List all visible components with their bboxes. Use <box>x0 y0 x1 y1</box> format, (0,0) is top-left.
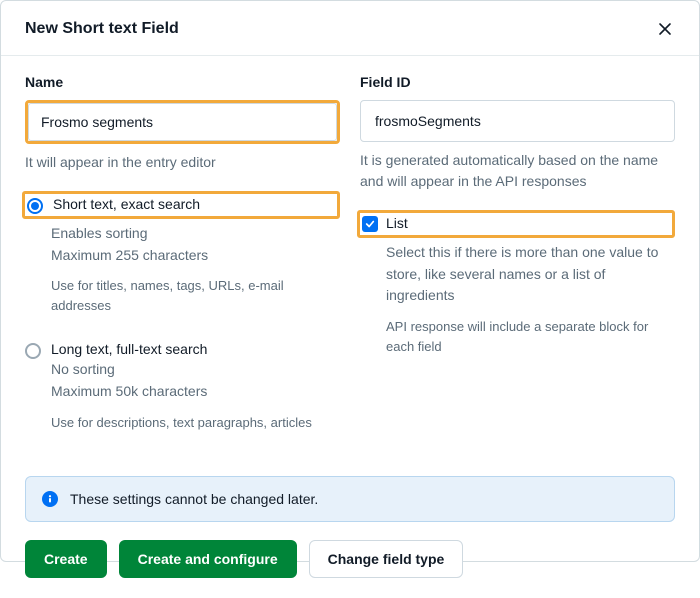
create-button[interactable]: Create <box>25 540 107 578</box>
short-text-sub1: Enables sorting <box>51 223 340 245</box>
long-text-option[interactable]: Long text, full-text search No sorting M… <box>25 341 340 432</box>
long-text-sub2: Maximum 50k characters <box>51 381 312 403</box>
short-text-option[interactable]: Short text, exact search Enables sorting… <box>25 191 340 315</box>
short-text-highlight: Short text, exact search <box>22 191 340 219</box>
radio-short-text[interactable] <box>27 198 43 214</box>
close-icon <box>657 21 673 37</box>
list-checkbox[interactable] <box>362 216 378 232</box>
name-input[interactable] <box>28 103 337 141</box>
new-field-modal: New Short text Field Name It will appear… <box>0 0 700 562</box>
field-id-label: Field ID <box>360 74 675 90</box>
modal-header: New Short text Field <box>1 1 699 56</box>
list-option[interactable]: List Select this if there is more than o… <box>360 210 675 356</box>
field-id-input[interactable] <box>363 103 672 139</box>
name-input-highlight <box>25 100 340 144</box>
list-title: List <box>386 215 408 231</box>
change-field-type-button[interactable]: Change field type <box>309 540 464 578</box>
left-column: Name It will appear in the entry editor … <box>25 74 340 458</box>
long-text-title: Long text, full-text search <box>51 341 312 357</box>
right-column: Field ID It is generated automatically b… <box>360 74 675 458</box>
settings-notice: These settings cannot be changed later. <box>25 476 675 522</box>
short-text-sub2: Maximum 255 characters <box>51 245 340 267</box>
field-id-input-wrap <box>360 100 675 142</box>
list-sub: Select this if there is more than one va… <box>386 242 675 307</box>
name-helper: It will appear in the entry editor <box>25 152 340 173</box>
short-text-hint: Use for titles, names, tags, URLs, e-mai… <box>51 276 340 315</box>
field-id-helper: It is generated automatically based on t… <box>360 150 675 192</box>
button-row: Create Create and configure Change field… <box>25 540 675 578</box>
radio-long-text[interactable] <box>25 343 41 359</box>
modal-footer: These settings cannot be changed later. … <box>1 476 699 598</box>
list-hint: API response will include a separate blo… <box>386 317 675 356</box>
long-text-sub1: No sorting <box>51 359 312 381</box>
check-icon <box>365 219 375 229</box>
info-icon <box>42 491 58 507</box>
name-label: Name <box>25 74 340 90</box>
short-text-title: Short text, exact search <box>53 196 200 212</box>
list-checkbox-highlight: List <box>357 210 675 238</box>
modal-body: Name It will appear in the entry editor … <box>1 56 699 476</box>
long-text-hint: Use for descriptions, text paragraphs, a… <box>51 413 312 433</box>
text-type-radio-group: Short text, exact search Enables sorting… <box>25 191 340 432</box>
close-button[interactable] <box>655 19 675 39</box>
modal-title: New Short text Field <box>25 20 179 38</box>
create-configure-button[interactable]: Create and configure <box>119 540 297 578</box>
notice-text: These settings cannot be changed later. <box>70 491 318 507</box>
